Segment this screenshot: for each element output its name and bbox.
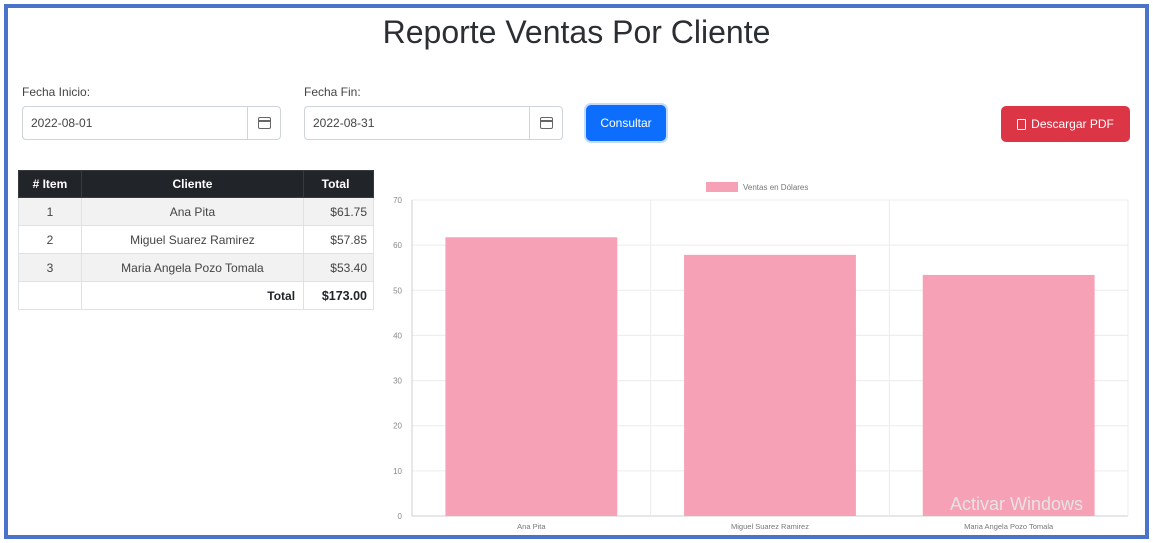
sales-bar-chart: 0 10 20 30 40 50 60 70 Ana Pita Miguel Suarez Ram… (393, 182, 1129, 531)
end-date-group (304, 106, 563, 140)
end-calendar-button[interactable] (529, 106, 563, 140)
x-tick-label: Miguel Suarez Ramirez (731, 522, 809, 531)
cell-item: 3 (18, 253, 82, 282)
bar (445, 237, 618, 516)
table-footer-row: Total $173.00 (18, 281, 374, 310)
cell-cliente: Maria Angela Pozo Tomala (80, 253, 305, 282)
calendar-icon (257, 117, 271, 129)
start-date-input[interactable] (22, 106, 247, 140)
y-tick-label: 60 (393, 241, 402, 250)
start-calendar-button[interactable] (247, 106, 281, 140)
end-date-input[interactable] (304, 106, 529, 140)
end-date-label: Fecha Fin: (304, 85, 361, 99)
consult-button-label: Consultar (600, 116, 652, 130)
header-total: Total (303, 170, 374, 198)
download-pdf-label: Descargar PDF (1031, 117, 1114, 131)
y-tick-label: 20 (393, 422, 402, 431)
legend-label: Ventas en Dólares (743, 183, 808, 192)
legend-swatch (706, 182, 738, 192)
cell-total: $57.85 (303, 225, 374, 254)
y-tick-label: 10 (393, 467, 402, 476)
calendar-icon (539, 117, 553, 129)
windows-watermark: Activar Windows (950, 494, 1084, 514)
download-pdf-button[interactable]: Descargar PDF (1001, 106, 1130, 142)
header-item: # Item (18, 170, 82, 198)
footer-total-label: Total (80, 281, 305, 310)
consult-button[interactable]: Consultar (586, 105, 666, 141)
page-title: Reporte Ventas Por Cliente (382, 14, 771, 50)
header-cliente: Cliente (80, 170, 305, 198)
start-date-label: Fecha Inicio: (22, 85, 91, 99)
cell-cliente: Ana Pita (80, 197, 305, 226)
start-date-group (22, 106, 281, 140)
cell-item: 2 (18, 225, 82, 254)
cell-total: $61.75 (303, 197, 374, 226)
cell-total: $53.40 (303, 253, 374, 282)
y-tick-label: 50 (393, 286, 402, 295)
sales-table: # Item Cliente Total 1 Ana Pita $61.75 2… (18, 170, 374, 310)
y-tick-label: 30 (393, 377, 402, 386)
x-tick-label: Ana Pita (517, 522, 546, 531)
footer-total-value: $173.00 (303, 281, 374, 310)
cell-cliente: Miguel Suarez Ramirez (80, 225, 305, 254)
cell-item: 1 (18, 197, 82, 226)
pdf-icon (1017, 118, 1027, 130)
table-row: 1 Ana Pita $61.75 (18, 197, 374, 226)
y-tick-label: 70 (393, 196, 402, 205)
y-tick-label: 40 (393, 331, 402, 340)
footer-empty-cell (18, 281, 82, 310)
table-header-row: # Item Cliente Total (18, 170, 374, 198)
y-tick-label: 0 (398, 512, 403, 521)
table-row: 3 Maria Angela Pozo Tomala $53.40 (18, 253, 374, 282)
bar (922, 274, 1095, 516)
bar (684, 254, 856, 516)
table-row: 2 Miguel Suarez Ramirez $57.85 (18, 225, 374, 254)
x-tick-label: Maria Angela Pozo Tomala (964, 522, 1054, 531)
